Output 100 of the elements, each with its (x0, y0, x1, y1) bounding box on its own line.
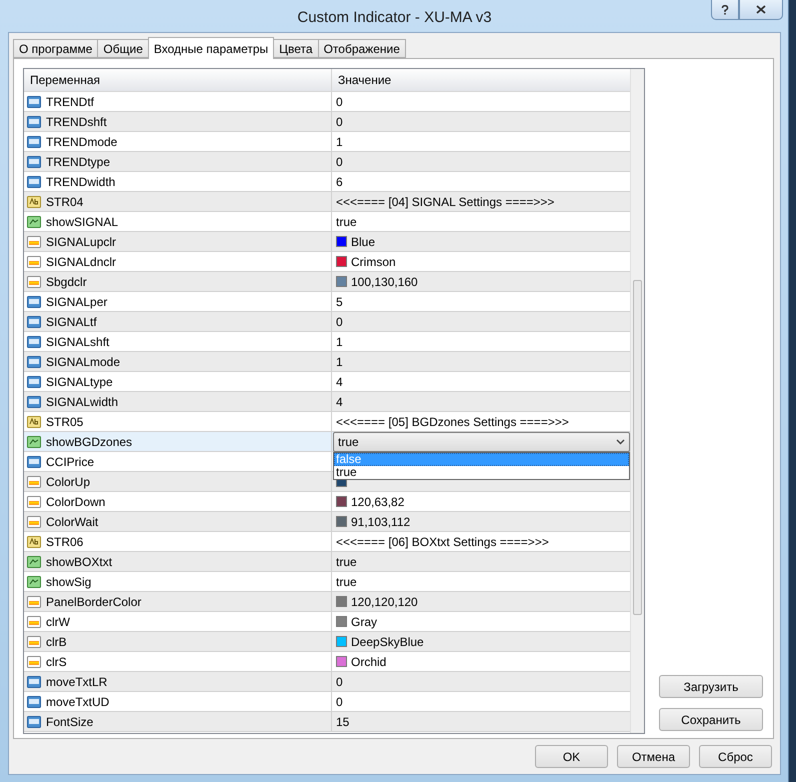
text-icon (27, 534, 41, 548)
parameter-name: showSig (46, 574, 92, 588)
parameter-value: 6 (336, 174, 343, 188)
palette-icon (27, 514, 41, 528)
parameter-value: 0 (336, 694, 343, 708)
dialog-button[interactable]: Сброс (699, 745, 772, 768)
parameter-name: FontSize (46, 714, 94, 728)
parameter-value: true (336, 554, 357, 568)
number-icon (27, 374, 41, 388)
toggle-icon (27, 574, 41, 588)
parameter-value: 0 (336, 154, 343, 168)
parameter-name: clrW (46, 614, 70, 628)
parameter-name: SIGNALwidth (46, 394, 118, 408)
parameter-value: 1 (336, 354, 343, 368)
parameter-name: CCIPrice (46, 454, 94, 468)
scrollbar-thumb[interactable] (633, 280, 642, 615)
side-button[interactable]: Загрузить (659, 675, 763, 698)
parameter-name: TRENDwidth (46, 174, 116, 188)
parameter-value: 1 (336, 334, 343, 348)
parameter-value: Orchid (351, 654, 386, 668)
dialog-button[interactable]: Отмена (617, 745, 690, 768)
parameter-name: SIGNALtype (46, 374, 113, 388)
number-icon (27, 354, 41, 368)
number-icon (27, 114, 41, 128)
scrollbar[interactable] (630, 69, 644, 733)
parameter-name: showSIGNAL (46, 214, 118, 228)
parameter-value: 4 (336, 394, 343, 408)
parameter-value: 1 (336, 134, 343, 148)
parameter-name: SIGNALupclr (46, 234, 116, 248)
parameter-name: ColorWait (46, 514, 98, 528)
parameter-value: Gray (351, 614, 378, 628)
parameter-name: PanelBorderColor (46, 594, 142, 608)
palette-icon (27, 614, 41, 628)
tab[interactable]: Общие (97, 39, 149, 58)
parameter-name: TRENDshft (46, 114, 107, 128)
palette-icon (27, 594, 41, 608)
parameter-value: 0 (336, 94, 343, 108)
help-icon (721, 4, 729, 14)
parameter-name: STR06 (46, 534, 84, 548)
palette-icon (27, 654, 41, 668)
parameter-name: TRENDtf (46, 94, 94, 108)
parameter-name: ColorUp (46, 474, 90, 488)
help-button[interactable] (711, 0, 739, 20)
window-title: Custom Indicator - XU-MA v3 (297, 8, 492, 26)
parameter-value: 91,103,112 (351, 514, 410, 528)
tab[interactable]: О программе (13, 39, 98, 58)
number-icon (27, 174, 41, 188)
parameter-name: SIGNALshft (46, 334, 110, 348)
value-dropdown[interactable]: true (333, 432, 630, 452)
close-button[interactable] (739, 0, 783, 20)
parameter-name: SIGNALtf (46, 314, 97, 328)
palette-icon (27, 474, 41, 488)
toggle-icon (27, 434, 41, 448)
tab[interactable]: Отображение (318, 39, 406, 58)
tab[interactable]: Входные параметры (148, 37, 274, 59)
column-header[interactable]: Переменная (24, 69, 332, 92)
palette-icon (27, 634, 41, 648)
number-icon (27, 294, 41, 308)
parameter-value: DeepSkyBlue (351, 634, 424, 648)
parameter-name: TRENDtype (46, 154, 110, 168)
parameter-name: showBOXtxt (46, 554, 112, 568)
parameter-value: 120,63,82 (351, 494, 404, 508)
column-header[interactable]: Значение (332, 69, 630, 92)
parameter-value: 15 (336, 714, 350, 728)
parameter-name: moveTxtLR (46, 674, 108, 688)
parameter-name: SIGNALmode (46, 354, 120, 368)
toggle-icon (27, 214, 41, 228)
number-icon (27, 674, 41, 688)
number-icon (27, 334, 41, 348)
number-icon (27, 394, 41, 408)
palette-icon (27, 234, 41, 248)
number-icon (27, 454, 41, 468)
dialog-button[interactable]: OK (535, 745, 608, 768)
parameter-name: STR05 (46, 414, 84, 428)
toggle-icon (27, 554, 41, 568)
parameter-value: true (336, 214, 357, 228)
parameter-value: 0 (336, 674, 343, 688)
number-icon (27, 694, 41, 708)
parameter-value: 0 (336, 314, 343, 328)
parameter-name: clrS (46, 654, 67, 668)
parameter-name: ColorDown (46, 494, 106, 508)
text-icon (27, 194, 41, 208)
parameter-value: <<<==== [04] SIGNAL Settings ====>>> (336, 194, 554, 208)
parameter-value: true (336, 574, 357, 588)
number-icon (27, 94, 41, 108)
parameter-name: Sbgdclr (46, 274, 87, 288)
parameter-name: SIGNALper (46, 294, 108, 308)
palette-icon (27, 494, 41, 508)
parameter-name: showBGDzones (46, 434, 132, 448)
parameter-value: 4 (336, 374, 343, 388)
parameter-value: Crimson (351, 254, 396, 268)
side-button[interactable]: Сохранить (659, 708, 763, 731)
parameter-value: <<<==== [06] BOXtxt Settings ====>>> (336, 534, 549, 548)
number-icon (27, 714, 41, 728)
chevron-down-icon (616, 439, 625, 445)
parameter-name: SIGNALdnclr (46, 254, 116, 268)
parameter-name: moveTxtUD (46, 694, 110, 708)
number-icon (27, 154, 41, 168)
number-icon (27, 134, 41, 148)
tab[interactable]: Цвета (273, 39, 319, 58)
